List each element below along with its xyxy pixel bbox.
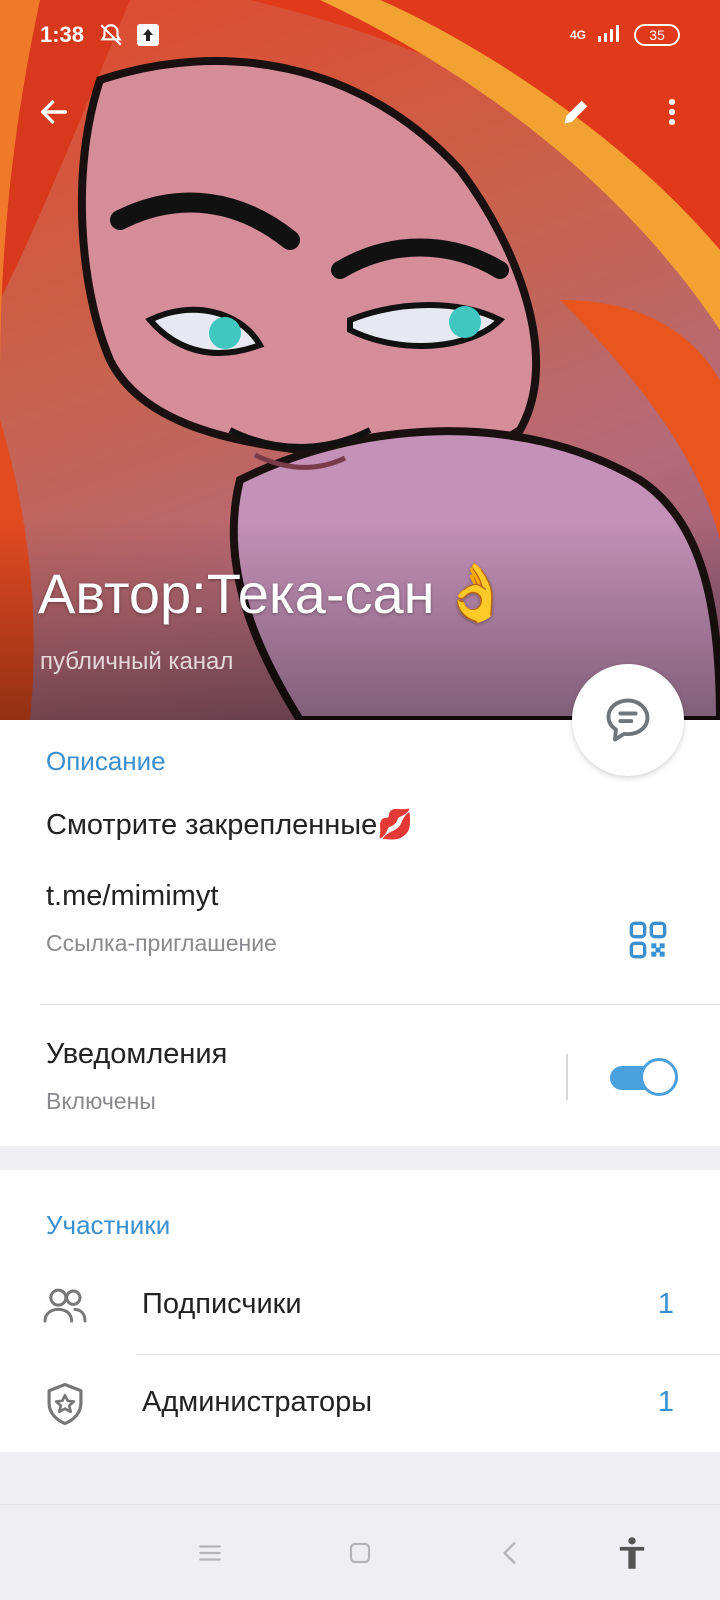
notifications-status: Включены [46,1088,156,1114]
battery-icon: 35 [634,24,680,46]
qr-code-icon[interactable] [620,912,676,968]
notifications-label: Уведомления [46,1038,228,1070]
pencil-icon[interactable] [546,82,606,142]
people-icon [40,1281,90,1331]
subscribers-row[interactable]: Подписчики 1 [0,1256,720,1354]
toolbar [0,82,720,142]
kiss-emoji: 💋 [377,809,414,841]
channel-title: Автор:Тека-сан 👌 [38,560,510,626]
chat-bubble-icon [606,698,650,742]
channel-avatar-header[interactable]: 1:38 4G 35 Автор:Тека-сан 👌 публичный ка… [0,0,720,720]
description-header: Описание [46,746,166,776]
description-text[interactable]: Смотрите закрепленные💋 [46,808,413,842]
notifications-toggle[interactable] [610,1058,678,1096]
invite-link-label: Ссылка-приглашение [46,930,277,956]
status-time: 1:38 [40,22,85,47]
back-arrow-icon[interactable] [24,82,84,142]
subscribers-label: Подписчики [142,1288,302,1320]
battery-level: 35 [649,27,665,43]
bell-off-icon [98,22,124,48]
menu-icon[interactable] [184,1527,236,1579]
home-square-icon[interactable] [334,1527,386,1579]
upload-icon [136,23,160,47]
administrators-count: 1 [657,1386,674,1418]
back-chevron-icon[interactable] [484,1527,536,1579]
ok-hand-emoji: 👌 [440,561,511,624]
toggle-knob [640,1058,678,1096]
accessibility-icon[interactable] [606,1527,658,1579]
channel-name: Автор:Тека-сан [38,561,435,625]
signal-icon [596,22,624,48]
network-type: 4G [569,28,586,42]
administrators-row[interactable]: Администраторы 1 [0,1354,720,1452]
vertical-separator [566,1054,568,1100]
subscribers-count: 1 [657,1288,674,1320]
more-vertical-icon[interactable] [642,82,702,142]
members-card: Участники Подписчики 1 Администраторы 1 [0,1170,720,1452]
description-value: Смотрите закрепленные [46,809,378,841]
discussion-chat-button[interactable] [572,664,684,776]
divider [40,1004,720,1005]
invite-link[interactable]: t.me/mimimyt [46,880,218,913]
info-card: Описание Смотрите закрепленные💋 t.me/mim… [0,720,720,1146]
status-bar: 1:38 4G 35 [40,18,680,52]
administrators-label: Администраторы [142,1386,373,1418]
channel-type: публичный канал [40,648,234,675]
members-header: Участники [46,1210,171,1240]
system-navigation-bar [0,1504,720,1600]
shield-star-icon [40,1379,90,1429]
